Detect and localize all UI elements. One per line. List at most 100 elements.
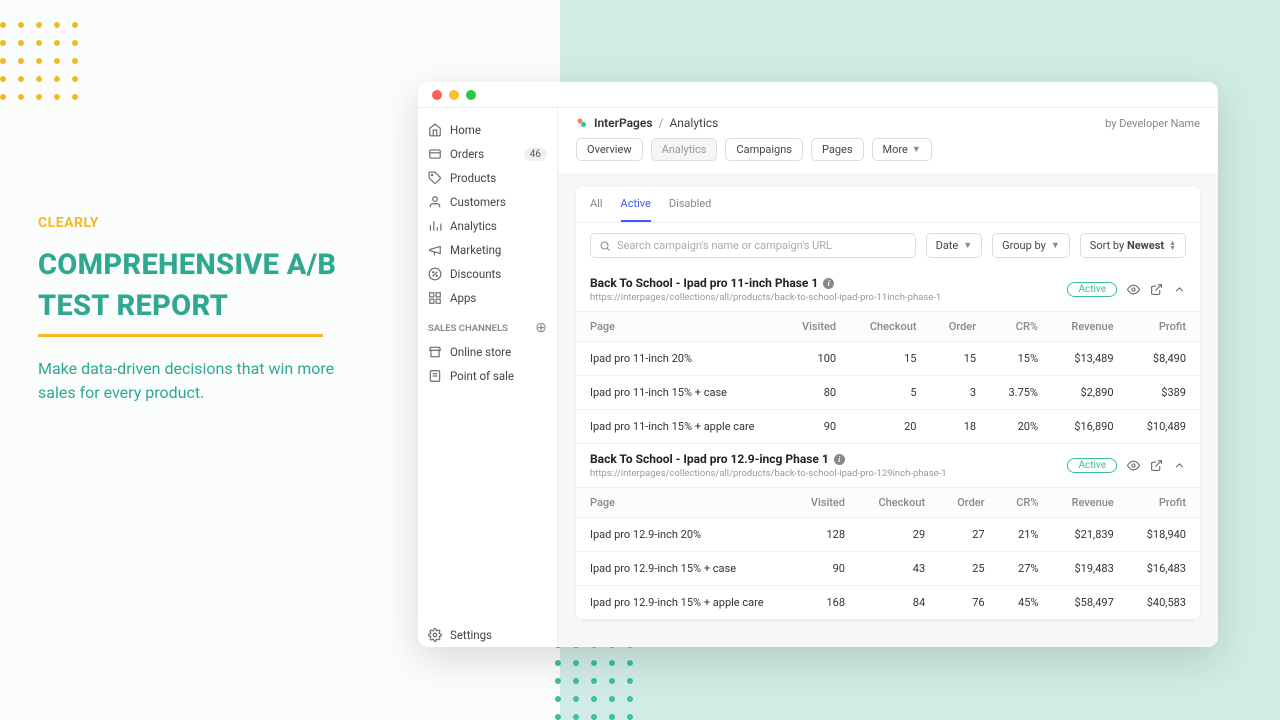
- chevron-down-icon: ▼: [963, 240, 972, 251]
- sidebar-item-settings[interactable]: Settings: [418, 623, 557, 647]
- sidebar-item-apps[interactable]: Apps: [418, 286, 557, 310]
- sidebar-item-label: Customers: [450, 195, 506, 209]
- sidebar-item-home[interactable]: Home: [418, 118, 557, 142]
- minimize-icon[interactable]: [449, 90, 459, 100]
- sort-icon: ▲▼: [1169, 241, 1176, 251]
- headline-underline: [38, 334, 323, 337]
- sidebar-item-label: Home: [450, 123, 481, 137]
- subnav-campaigns[interactable]: Campaigns: [725, 138, 803, 161]
- column-header: Order: [931, 312, 991, 342]
- eye-icon[interactable]: [1127, 459, 1140, 472]
- subnav-overview[interactable]: Overview: [576, 138, 643, 161]
- sidebar-item-label: Online store: [450, 345, 511, 359]
- sidebar-item-marketing[interactable]: Marketing: [418, 238, 557, 262]
- sidebar-item-label: Point of sale: [450, 369, 514, 383]
- headline: COMPREHENSIVE A/B TEST REPORT: [38, 245, 358, 326]
- column-header: Profit: [1128, 312, 1200, 342]
- export-icon[interactable]: [1150, 283, 1163, 296]
- subnav-more[interactable]: More▼: [872, 138, 932, 161]
- breadcrumb-current: Analytics: [669, 116, 718, 130]
- chevron-up-icon[interactable]: [1173, 283, 1186, 296]
- campaign-title: Back To School - Ipad pro 12.9-incg Phas…: [590, 452, 1067, 466]
- pos-icon: [428, 369, 442, 383]
- tab-disabled[interactable]: Disabled: [669, 187, 711, 222]
- table-row[interactable]: Ipad pro 11-inch 15% + apple care9020182…: [576, 410, 1200, 444]
- customers-icon: [428, 195, 442, 209]
- sidebar-channel-online-store[interactable]: Online store: [418, 340, 557, 364]
- byline: by Developer Name: [1105, 117, 1200, 130]
- sidebar-channel-point-of-sale[interactable]: Point of sale: [418, 364, 557, 388]
- sidebar-item-label: Analytics: [450, 219, 497, 233]
- column-header: Visited: [783, 312, 850, 342]
- decorative-dots-teal: [555, 642, 633, 720]
- sidebar-item-discounts[interactable]: Discounts: [418, 262, 557, 286]
- column-header: CR%: [999, 488, 1053, 518]
- sidebar-item-label: Apps: [450, 291, 476, 305]
- sidebar-item-label: Settings: [450, 628, 492, 642]
- column-header: Visited: [792, 488, 859, 518]
- close-icon[interactable]: [432, 90, 442, 100]
- column-header: Checkout: [850, 312, 930, 342]
- sidebar: Home Orders 46 Products Customers Analytics Ma…: [418, 108, 558, 647]
- sidebar-item-analytics[interactable]: Analytics: [418, 214, 557, 238]
- maximize-icon[interactable]: [466, 90, 476, 100]
- column-header: Page: [576, 488, 792, 518]
- subnav-pages[interactable]: Pages: [811, 138, 864, 161]
- window-titlebar: [418, 82, 1218, 108]
- table-row[interactable]: Ipad pro 12.9-inch 20%128292721%$21,839$…: [576, 518, 1200, 552]
- sidebar-item-orders[interactable]: Orders 46: [418, 142, 557, 166]
- eyebrow: CLEARLY: [38, 215, 358, 231]
- subnav-analytics[interactable]: Analytics: [651, 138, 718, 161]
- search-icon: [599, 240, 611, 252]
- marketing-icon: [428, 243, 442, 257]
- campaign-header: Back To School - Ipad pro 11-inch Phase …: [576, 268, 1200, 311]
- search-input[interactable]: Search campaign's name or campaign's URL: [590, 233, 916, 258]
- sort-filter[interactable]: Sort by Newest ▲▼: [1080, 233, 1186, 258]
- info-icon[interactable]: i: [834, 454, 845, 465]
- column-header: Profit: [1128, 488, 1200, 518]
- sidebar-item-customers[interactable]: Customers: [418, 190, 557, 214]
- brand-name[interactable]: InterPages: [594, 116, 653, 130]
- column-header: Checkout: [859, 488, 939, 518]
- column-header: Page: [576, 312, 783, 342]
- column-header: Revenue: [1052, 488, 1127, 518]
- column-header: Order: [939, 488, 998, 518]
- badge: 46: [524, 148, 547, 161]
- column-header: CR%: [990, 312, 1052, 342]
- campaign-table: PageVisitedCheckoutOrderCR%RevenueProfit…: [576, 311, 1200, 444]
- add-channel-icon[interactable]: ⊕: [535, 320, 547, 336]
- sidebar-item-label: Products: [450, 171, 496, 185]
- info-icon[interactable]: i: [823, 278, 834, 289]
- breadcrumb: InterPages / Analytics by Developer Name: [558, 108, 1218, 138]
- app-window: Home Orders 46 Products Customers Analytics Ma…: [418, 82, 1218, 647]
- chevron-down-icon: ▼: [912, 144, 921, 155]
- date-filter[interactable]: Date▼: [926, 233, 983, 258]
- eye-icon[interactable]: [1127, 283, 1140, 296]
- orders-icon: [428, 147, 442, 161]
- gear-icon: [428, 628, 442, 642]
- table-row[interactable]: Ipad pro 11-inch 20%100151515%$13,489$8,…: [576, 342, 1200, 376]
- table-row[interactable]: Ipad pro 12.9-inch 15% + case90432527%$1…: [576, 552, 1200, 586]
- store-icon: [428, 345, 442, 359]
- subheadline: Make data-driven decisions that win more…: [38, 357, 358, 405]
- subnav: Overview Analytics Campaigns Pages More▼: [558, 138, 1218, 173]
- export-icon[interactable]: [1150, 459, 1163, 472]
- status-badge: Active: [1067, 282, 1117, 297]
- column-header: Revenue: [1052, 312, 1128, 342]
- group-filter[interactable]: Group by▼: [992, 233, 1070, 258]
- chevron-up-icon[interactable]: [1173, 459, 1186, 472]
- marketing-copy: CLEARLY COMPREHENSIVE A/B TEST REPORT Ma…: [38, 215, 358, 405]
- table-row[interactable]: Ipad pro 12.9-inch 15% + apple care16884…: [576, 586, 1200, 620]
- table-row[interactable]: Ipad pro 11-inch 15% + case80533.75%$2,8…: [576, 376, 1200, 410]
- sidebar-item-label: Orders: [450, 147, 484, 161]
- campaign-url: https://interpages/collections/all/produ…: [590, 292, 1067, 303]
- tab-all[interactable]: All: [590, 187, 603, 222]
- analytics-icon: [428, 219, 442, 233]
- campaign-url: https://interpages/collections/all/produ…: [590, 468, 1067, 479]
- analytics-card: All Active Disabled Search campaign's name…: [576, 187, 1200, 620]
- sidebar-item-products[interactable]: Products: [418, 166, 557, 190]
- apps-icon: [428, 291, 442, 305]
- home-icon: [428, 123, 442, 137]
- main-pane: InterPages / Analytics by Developer Name…: [558, 108, 1218, 647]
- tab-active[interactable]: Active: [621, 187, 651, 222]
